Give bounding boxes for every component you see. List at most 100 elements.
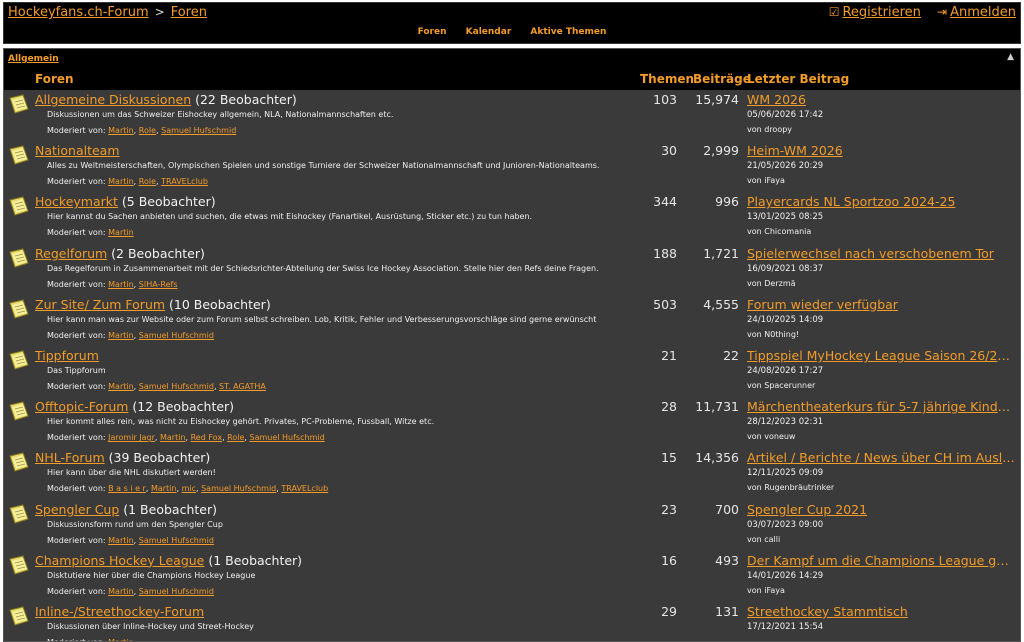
moderator-link[interactable]: Martin <box>108 228 134 237</box>
moderator-link[interactable]: Jaromir Jagr <box>108 433 155 442</box>
moderator-link[interactable]: Red Fox <box>191 433 222 442</box>
post-count: 493 <box>715 552 739 568</box>
forum-title-link[interactable]: Regelforum <box>35 246 107 261</box>
moderator-link[interactable]: Martin <box>160 433 186 442</box>
collapse-arrow-icon[interactable]: ▲ <box>1007 52 1014 62</box>
breadcrumb-separator: > <box>154 5 165 19</box>
forum-watchers: (2 Beobachter) <box>107 245 205 261</box>
moderator-link[interactable]: Martin <box>108 177 134 186</box>
last-post-link[interactable]: Forum wieder verfügbar <box>747 297 1015 312</box>
last-post-date: 28/12/2023 02:31 <box>747 417 824 428</box>
moderator-link[interactable]: Martin <box>108 280 134 289</box>
moderator-link[interactable]: Role <box>139 126 156 135</box>
category-title-link[interactable]: Allgemein <box>8 54 59 64</box>
forum-title: Inline-/Streethockey-Forum <box>35 604 204 619</box>
login-link[interactable]: Anmelden <box>950 5 1016 20</box>
moderator-link[interactable]: TRAVELclub <box>281 484 328 493</box>
moderator-link[interactable]: Samuel Hufschmid <box>139 382 214 391</box>
moderator-link[interactable]: Martin <box>108 536 134 545</box>
forum-title: Hockeymarkt (5 Beobachter) <box>35 194 216 209</box>
moderator-link[interactable]: Role <box>227 433 244 442</box>
forum-title: Tippforum <box>35 348 99 363</box>
forum-moderators: Moderiert von: Martin, Samuel Hufschmid <box>47 535 214 545</box>
last-post-link[interactable]: Heim-WM 2026 <box>747 143 1015 158</box>
last-post-link[interactable]: WM 2026 <box>747 92 1015 107</box>
topic-count: 21 <box>661 347 677 363</box>
moderator-link[interactable]: ST. AGATHA <box>219 382 266 391</box>
moderator-link[interactable]: Martin <box>151 484 177 493</box>
moderator-link[interactable]: TRAVELclub <box>161 177 208 186</box>
moderator-link[interactable]: B a s i e r <box>108 484 146 493</box>
login-link-wrap[interactable]: ⇥ Anmelden <box>937 5 1016 20</box>
forum-moderators: Moderiert von: B a s i e r, Martin, mic,… <box>47 484 329 494</box>
folder-note-icon <box>8 503 30 525</box>
last-post-link[interactable]: Spengler Cup 2021 <box>747 502 1015 517</box>
last-post: Tippspiel MyHockey League Saison 26/27 K… <box>747 348 1015 390</box>
moderator-link[interactable]: Martin <box>108 126 134 135</box>
moderator-link[interactable]: Samuel Hufschmid <box>139 536 214 545</box>
moderator-link[interactable]: SIHA-Refs <box>139 280 178 289</box>
forum-title-link[interactable]: Allgemeine Diskussionen <box>35 92 191 107</box>
forum-title: Champions Hockey League (1 Beobachter) <box>35 553 302 568</box>
moderator-link[interactable]: Martin <box>108 331 134 340</box>
col-forum-header: Foren <box>35 72 74 86</box>
forum-title-link[interactable]: Nationalteam <box>35 143 120 158</box>
last-post-link[interactable]: Märchentheaterkurs für 5-7 jährige Kinde… <box>747 399 1015 414</box>
nav-foren[interactable]: Foren <box>418 27 447 37</box>
moderator-link[interactable]: Samuel Hufschmid <box>161 126 236 135</box>
last-post-link[interactable]: Artikel / Berichte / News über CH im Aus… <box>747 450 1015 465</box>
forum-watchers: (10 Beobachter) <box>165 296 271 312</box>
moderators-label: Moderiert von: <box>47 433 106 443</box>
last-post-author: von droopy <box>747 125 793 134</box>
forum-title-link[interactable]: Spengler Cup <box>35 502 119 517</box>
last-post-link[interactable]: Playercards NL Sportzoo 2024-25 <box>747 194 1015 209</box>
moderator-link[interactable]: Martin <box>108 587 134 596</box>
register-link-wrap[interactable]: ☑ Registrieren <box>829 5 921 20</box>
forum-title-link[interactable]: NHL-Forum <box>35 450 105 465</box>
forum-title-link[interactable]: Hockeymarkt <box>35 194 118 209</box>
breadcrumb: Hockeyfans.ch-Forum > Foren <box>8 5 207 20</box>
moderator-link[interactable]: Samuel Hufschmid <box>139 331 214 340</box>
topic-count: 344 <box>653 194 677 210</box>
moderators-label: Moderiert von: <box>47 535 106 545</box>
register-link[interactable]: Registrieren <box>842 5 920 20</box>
forum-title-link[interactable]: Zur Site/ Zum Forum <box>35 297 165 312</box>
nav-aktive-themen[interactable]: Aktive Themen <box>530 27 606 37</box>
topic-count: 30 <box>661 143 677 159</box>
moderator-link[interactable]: Role <box>139 177 156 186</box>
last-post-link[interactable]: Tippspiel MyHockey League Saison 26/27 K… <box>747 348 1015 363</box>
forum-title-link[interactable]: Champions Hockey League <box>35 553 204 568</box>
last-post-author: von N0thing! <box>747 329 800 339</box>
breadcrumb-foren-link[interactable]: Foren <box>171 5 207 20</box>
folder-note-icon <box>8 144 30 166</box>
nav-kalendar[interactable]: Kalendar <box>466 27 512 37</box>
last-post-link[interactable]: Spielerwechsel nach verschobenem Tor <box>747 246 1015 261</box>
last-post-date: 12/11/2025 09:09 <box>747 468 824 479</box>
column-header: Foren Themen Beiträge Letzter Beitrag <box>4 68 1020 90</box>
topic-count: 15 <box>661 450 677 466</box>
moderator-link[interactable]: Samuel Hufschmid <box>250 433 325 442</box>
last-post: Heim-WM 2026 21/05/2026 20:29 von iFaya <box>747 143 1015 185</box>
last-post-link[interactable]: Streethockey Stammtisch <box>747 604 1015 619</box>
post-count: 22 <box>723 347 739 363</box>
forum-description: Disktutiere hier über die Champions Hock… <box>47 570 256 580</box>
moderator-link[interactable]: Martin <box>108 382 134 391</box>
forum-title-link[interactable]: Tippforum <box>35 348 99 363</box>
forum-watchers: (22 Beobachter) <box>191 92 297 107</box>
topic-count: 29 <box>661 603 677 619</box>
forum-moderators: Moderiert von: Martin, Role, TRAVELclub <box>47 177 208 187</box>
forum-row: Nationalteam Alles zu Weltmeisterschafte… <box>4 141 1020 192</box>
forum-title-link[interactable]: Inline-/Streethockey-Forum <box>35 604 204 619</box>
forum-watchers: (1 Beobachter) <box>204 552 303 568</box>
forum-description: Diskussionsform rund um den Spengler Cup <box>47 519 223 529</box>
breadcrumb-home-link[interactable]: Hockeyfans.ch-Forum <box>8 5 149 20</box>
moderator-link[interactable]: mic <box>182 484 196 493</box>
forum-watchers: (1 Beobachter) <box>119 501 217 517</box>
forum-title-link[interactable]: Offtopic-Forum <box>35 399 128 414</box>
moderator-link[interactable]: Samuel Hufschmid <box>201 484 276 493</box>
last-post-date: 17/12/2021 15:54 <box>747 621 824 632</box>
moderator-link[interactable]: Samuel Hufschmid <box>139 587 214 596</box>
forum-title: Offtopic-Forum (12 Beobachter) <box>35 399 234 414</box>
last-post-link[interactable]: Der Kampf um die Champions League geht .… <box>747 553 1015 568</box>
last-post: Spielerwechsel nach verschobenem Tor 16/… <box>747 246 1015 288</box>
